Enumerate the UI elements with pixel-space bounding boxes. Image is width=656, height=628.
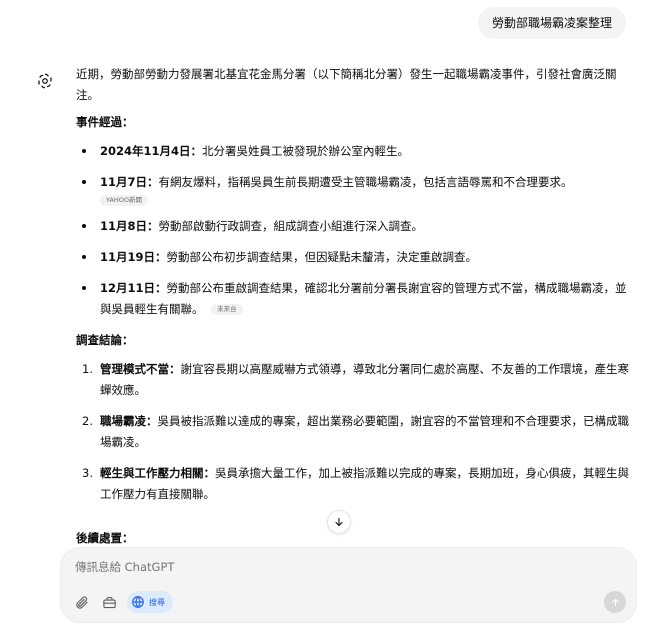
conclusion-number: 1. <box>82 362 93 376</box>
event-date: 11月7日： <box>100 175 159 189</box>
search-toggle-label: 搜尋 <box>149 597 165 607</box>
conclusion-item: 2. 職場霸凌：吳員被指派難以達成的專案，超出業務必要範圍，謝宜容的不當管理和不… <box>76 411 636 453</box>
events-heading: 事件經過： <box>76 115 134 129</box>
arrow-down-icon <box>335 517 343 527</box>
scroll-down-button[interactable] <box>327 510 351 534</box>
source-citation-chip[interactable]: 未來台 <box>211 304 243 315</box>
event-date: 11月8日： <box>100 219 159 233</box>
attach-button[interactable] <box>71 592 91 612</box>
event-item: 2024年11月4日：北分署吳姓員工被發現於辦公室內輕生。 <box>76 141 636 162</box>
paperclip-icon <box>75 595 88 609</box>
event-date: 11月19日： <box>100 250 167 264</box>
event-date: 2024年11月4日： <box>100 144 203 158</box>
user-message-bubble: 勞動部職場霸凌案整理 <box>477 7 626 39</box>
conclusions-heading: 調查結論： <box>76 333 134 347</box>
event-text: 勞動部啟動行政調查，組成調查小組進行深入調查。 <box>158 219 424 233</box>
search-toggle-button[interactable]: 搜尋 <box>127 591 173 613</box>
user-message-text: 勞動部職場霸凌案整理 <box>491 16 612 30</box>
event-item: 12月11日：勞動部公布重啟調查結果，確認北分署前分署長謝宜容的管理方式不當，構… <box>76 278 636 320</box>
event-text: 勞動部公布重啟調查結果，確認北分署前分署長謝宜容的管理方式不當，構成職場霸凌，並… <box>100 281 627 316</box>
conclusions-list: 1. 管理模式不當：謝宜容長期以高壓威嚇方式領導，導致北分署同仁處於高壓、不友善… <box>76 359 636 505</box>
conclusion-item: 3. 輕生與工作壓力相關：吳員承擔大量工作，加上被指派難以完成的專案，長期加班，… <box>76 463 636 505</box>
conclusion-label: 管理模式不當： <box>100 362 181 376</box>
event-text: 北分署吳姓員工被發現於辦公室內輕生。 <box>202 144 410 158</box>
event-item: 11月7日：有網友爆料，指稱吳員生前長期遭受主管職場霸凌，包括言語辱罵和不合理要… <box>76 172 636 206</box>
followup-heading: 後續處置： <box>76 531 134 545</box>
conclusion-item: 1. 管理模式不當：謝宜容長期以高壓威嚇方式領導，導致北分署同仁處於高壓、不友善… <box>76 359 636 401</box>
message-input[interactable] <box>75 560 575 574</box>
events-list: 2024年11月4日：北分署吳姓員工被發現於辦公室內輕生。 11月7日：有網友爆… <box>76 141 636 320</box>
assistant-response: 近期，勞動部勞動力發展署北基宜花金馬分署（以下簡稱北分署）發生一起職場霸凌事件，… <box>76 64 636 515</box>
conclusion-text: 吳員被指派難以達成的專案，超出業務必要範圍，謝宜容的不當管理和不合理要求，已構成… <box>100 414 629 449</box>
conclusion-number: 2. <box>82 414 93 428</box>
event-text: 有網友爆料，指稱吳員生前長期遭受主管職場霸凌，包括言語辱罵和不合理要求。 <box>158 175 573 189</box>
source-citation-chip[interactable]: YAHOO新聞 <box>100 195 149 206</box>
tools-button[interactable] <box>99 592 119 612</box>
event-item: 11月19日：勞動部公布初步調查結果，但因疑點未釐清，決定重啟調查。 <box>76 247 636 268</box>
globe-icon <box>132 596 144 608</box>
conclusion-label: 職場霸凌： <box>100 414 158 428</box>
message-composer: 搜尋 <box>60 547 637 623</box>
conclusion-number: 3. <box>82 466 93 480</box>
openai-logo-icon <box>34 70 56 92</box>
conclusion-label: 輕生與工作壓力相關： <box>100 466 215 480</box>
event-text: 勞動部公布初步調查結果，但因疑點未釐清，決定重啟調查。 <box>166 250 478 264</box>
arrow-up-icon <box>611 598 619 606</box>
event-item: 11月8日：勞動部啟動行政調查，組成調查小組進行深入調查。 <box>76 216 636 237</box>
send-button[interactable] <box>604 591 626 613</box>
response-intro: 近期，勞動部勞動力發展署北基宜花金馬分署（以下簡稱北分署）發生一起職場霸凌事件，… <box>76 67 617 102</box>
composer-toolbar: 搜尋 <box>71 591 173 613</box>
event-date: 12月11日： <box>100 281 167 295</box>
toolbox-icon <box>102 596 116 608</box>
